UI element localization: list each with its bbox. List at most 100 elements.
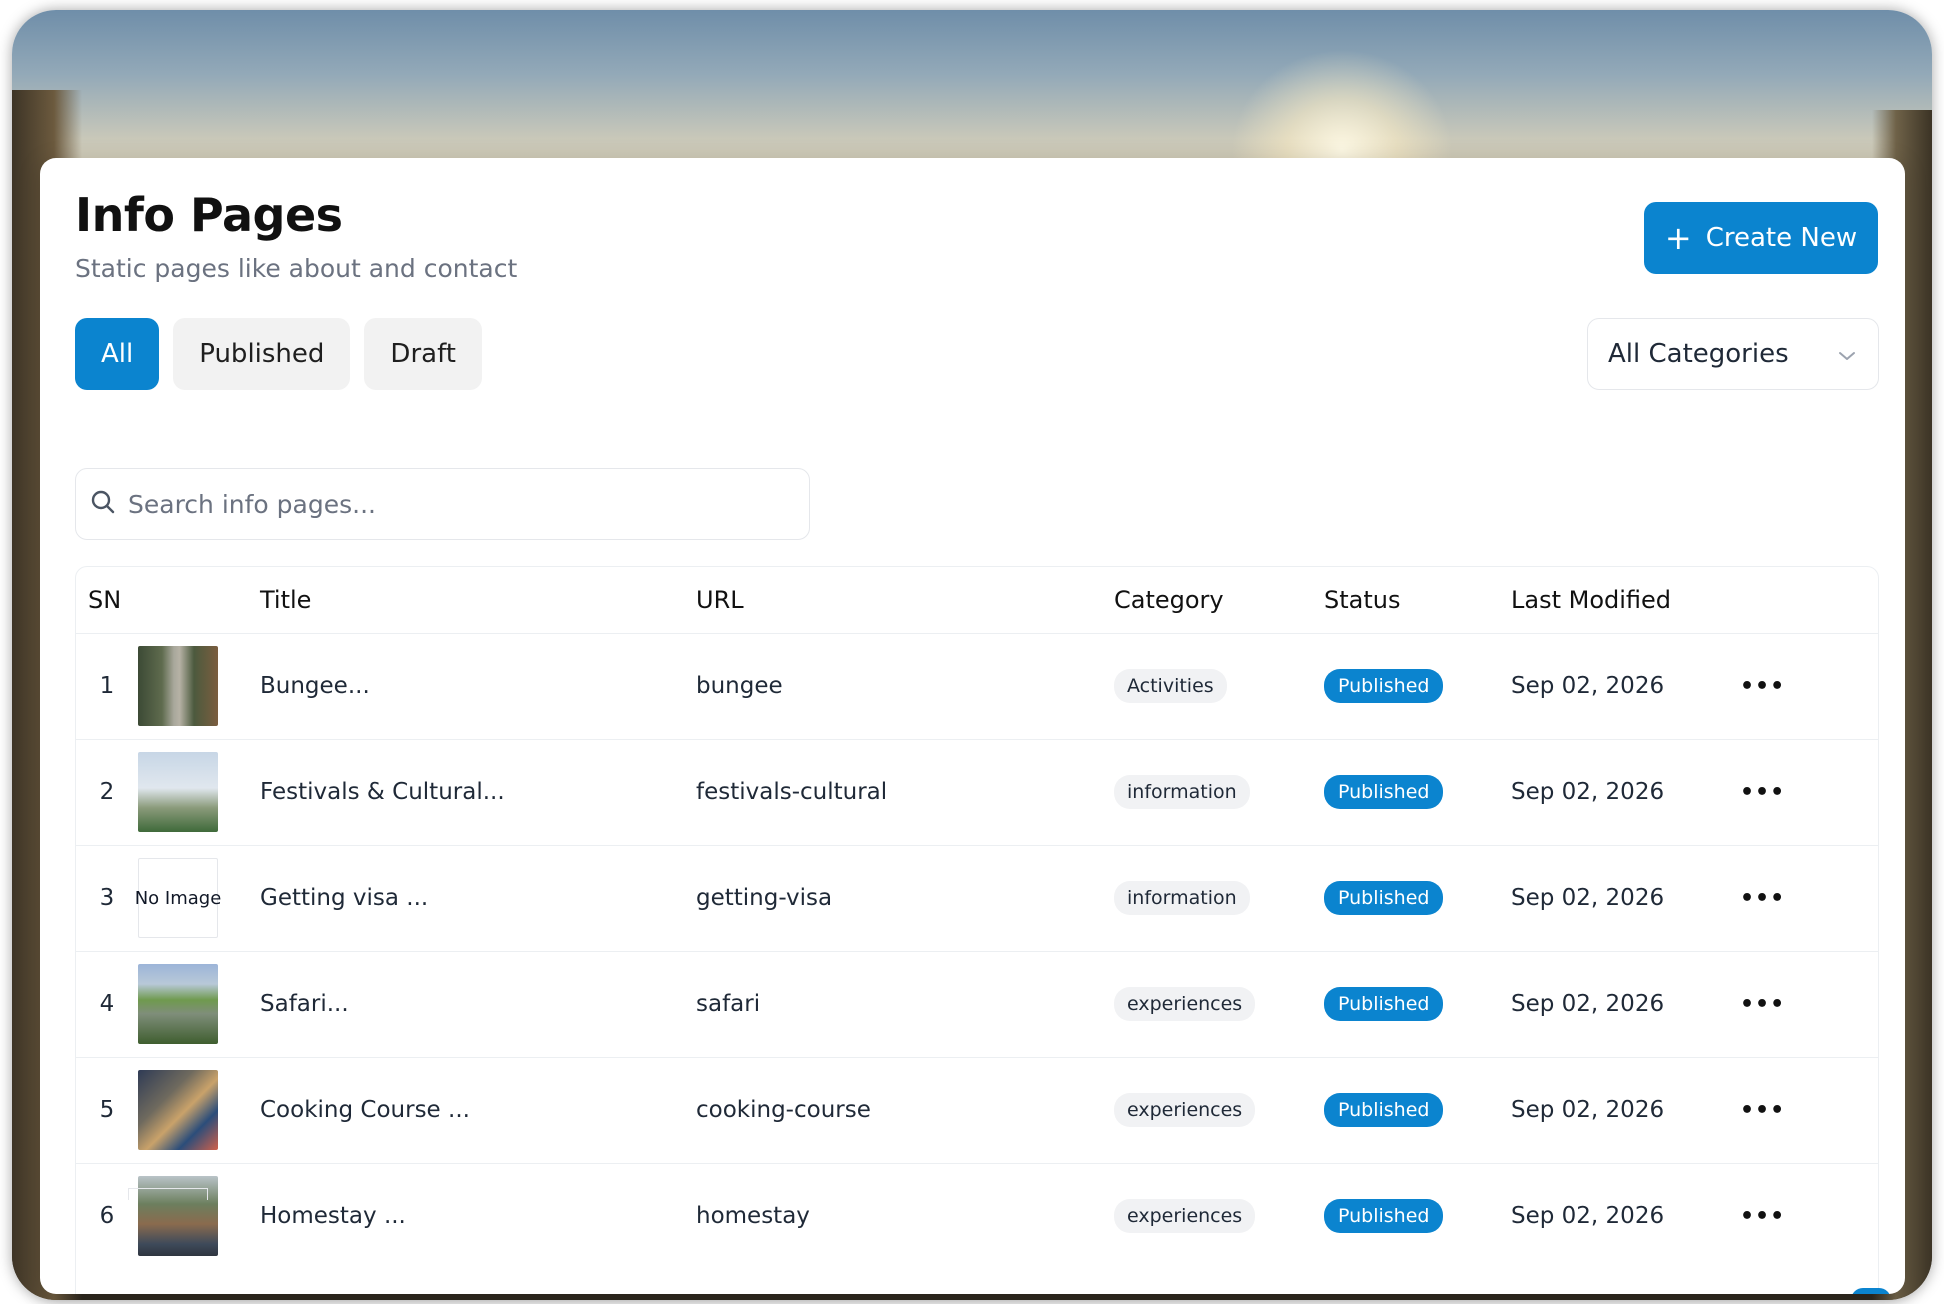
- row-url: safari: [696, 991, 761, 1017]
- info-pages-card: Info Pages Static pages like about and c…: [40, 158, 1905, 1294]
- column-header-sn: SN: [88, 585, 122, 614]
- row-category-cell: Activities: [1114, 633, 1324, 739]
- row-sn: 6: [99, 1203, 115, 1230]
- column-header-status: Status: [1324, 585, 1401, 614]
- category-select-value: All Categories: [1608, 339, 1789, 369]
- status-badge: Published: [1324, 775, 1444, 809]
- status-badge: Published: [1324, 669, 1444, 703]
- more-horizontal-icon[interactable]: •••: [1740, 1098, 1785, 1123]
- row-last-modified: Sep 02, 2026: [1511, 779, 1665, 805]
- table-row[interactable]: 1 Bungee... bungee Activities Published Sep 0…: [76, 633, 1878, 739]
- row-category-cell: information: [1114, 845, 1324, 951]
- column-header-actions: [1740, 567, 1878, 633]
- row-url: bungee: [696, 673, 783, 699]
- search-icon: [90, 489, 116, 519]
- row-actions-cell: •••: [1740, 951, 1878, 1057]
- category-badge: Activities: [1114, 669, 1227, 703]
- row-actions-cell: •••: [1740, 845, 1878, 951]
- create-new-label: Create New: [1705, 223, 1858, 253]
- category-badge: experiences: [1114, 987, 1256, 1021]
- row-category-cell: experiences: [1114, 951, 1324, 1057]
- status-badge: Published: [1324, 1199, 1444, 1234]
- row-sn: 3: [99, 885, 115, 911]
- row-image-cell: [138, 739, 260, 845]
- row-actions-cell: •••: [1740, 1057, 1878, 1163]
- more-horizontal-icon[interactable]: •••: [1740, 1204, 1785, 1229]
- search-input[interactable]: [128, 489, 768, 519]
- category-badge: information: [1114, 775, 1250, 809]
- row-image-cell: [138, 633, 260, 739]
- row-title: Bungee...: [260, 673, 370, 699]
- row-last-modified: Sep 02, 2026: [1511, 1203, 1665, 1230]
- status-filter-tabs: All Published Draft: [75, 318, 482, 390]
- filter-all-button[interactable]: All: [75, 318, 160, 390]
- filter-published-button[interactable]: Published: [173, 318, 351, 390]
- row-actions-cell: •••: [1740, 1163, 1878, 1269]
- partial-scroll-indicator: [1851, 1288, 1891, 1294]
- row-status-cell: Published: [1324, 951, 1511, 1057]
- row-image-cell: No Image: [135, 845, 260, 951]
- row-sn: 5: [99, 1097, 115, 1123]
- row-thumbnail: [138, 752, 218, 832]
- row-last-modified: Sep 02, 2026: [1511, 991, 1665, 1017]
- more-horizontal-icon[interactable]: •••: [1740, 992, 1785, 1017]
- column-header-image: [138, 567, 260, 633]
- row-last-modified: Sep 02, 2026: [1511, 673, 1665, 699]
- info-pages-table: SN Title URL Category Status Last Modifi…: [75, 566, 1879, 1294]
- status-badge: Published: [1324, 987, 1444, 1021]
- row-thumbnail: [138, 646, 218, 726]
- row-last-modified: Sep 02, 2026: [1511, 885, 1665, 911]
- chevron-down-icon: [1838, 339, 1856, 369]
- row-category-cell: information: [1114, 739, 1324, 845]
- table-row[interactable]: 2 Festivals & Cultural... festivals-cultur…: [76, 739, 1878, 845]
- row-sn: 2: [99, 779, 115, 805]
- plus-icon: +: [1664, 219, 1692, 257]
- row-sn: 4: [99, 991, 115, 1017]
- column-header-url: URL: [696, 585, 744, 614]
- row-title: Getting visa ...: [260, 885, 429, 911]
- row-status-cell: Published: [1324, 633, 1511, 739]
- row-status-cell: Published: [1324, 1057, 1511, 1163]
- table-row[interactable]: 4 Safari... safari experiences Published Sep …: [76, 951, 1878, 1057]
- row-sn: 1: [99, 673, 115, 699]
- page-subtitle: Static pages like about and contact: [75, 254, 518, 283]
- status-badge: Published: [1324, 881, 1444, 915]
- row-url: getting-visa: [696, 885, 833, 911]
- page-title: Info Pages: [75, 188, 343, 242]
- category-badge: information: [1114, 881, 1250, 915]
- row-category-cell: experiences: [1114, 1057, 1324, 1163]
- row-status-cell: Published: [1324, 739, 1511, 845]
- row-category-cell: experiences: [1114, 1163, 1324, 1269]
- column-header-category: Category: [1114, 585, 1224, 614]
- row-status-cell: Published: [1324, 845, 1511, 951]
- table-row[interactable]: 5 Cooking Course ... cooking-course experie…: [76, 1057, 1878, 1163]
- category-badge: experiences: [1114, 1093, 1256, 1127]
- row-status-cell: Published: [1324, 1163, 1511, 1269]
- filter-draft-button[interactable]: Draft: [364, 318, 482, 390]
- more-horizontal-icon[interactable]: •••: [1740, 780, 1785, 805]
- row-title: Cooking Course ...: [260, 1097, 470, 1123]
- table-row[interactable]: 6 Homestay ... homestay experiences Publishe…: [76, 1163, 1878, 1269]
- row-image-cell: [138, 1057, 260, 1163]
- column-header-last-modified: Last Modified: [1511, 585, 1672, 614]
- create-new-button[interactable]: + Create New: [1644, 202, 1878, 274]
- table-row[interactable]: 3 No Image Getting visa ... getting-visa inf…: [76, 845, 1878, 951]
- row-title: Festivals & Cultural...: [260, 779, 505, 805]
- row-last-modified: Sep 02, 2026: [1511, 1097, 1665, 1123]
- no-image-placeholder: No Image: [135, 858, 221, 938]
- table-header-row: SN Title URL Category Status Last Modifi…: [76, 567, 1878, 633]
- more-horizontal-icon[interactable]: •••: [1740, 886, 1785, 911]
- row-url: cooking-course: [696, 1097, 871, 1123]
- more-horizontal-icon[interactable]: •••: [1740, 674, 1785, 699]
- status-badge: Published: [1324, 1093, 1444, 1127]
- row-image-cell: [138, 1163, 260, 1269]
- row-actions-cell: •••: [1740, 633, 1878, 739]
- row-image-cell: [138, 951, 260, 1057]
- row-thumbnail: [138, 964, 218, 1044]
- row-actions-cell: •••: [1740, 739, 1878, 845]
- row-url: festivals-cultural: [696, 779, 888, 805]
- row-title: Safari...: [260, 991, 349, 1017]
- row-url: homestay: [696, 1203, 810, 1230]
- column-header-title: Title: [260, 585, 312, 614]
- category-select[interactable]: All Categories: [1587, 318, 1879, 390]
